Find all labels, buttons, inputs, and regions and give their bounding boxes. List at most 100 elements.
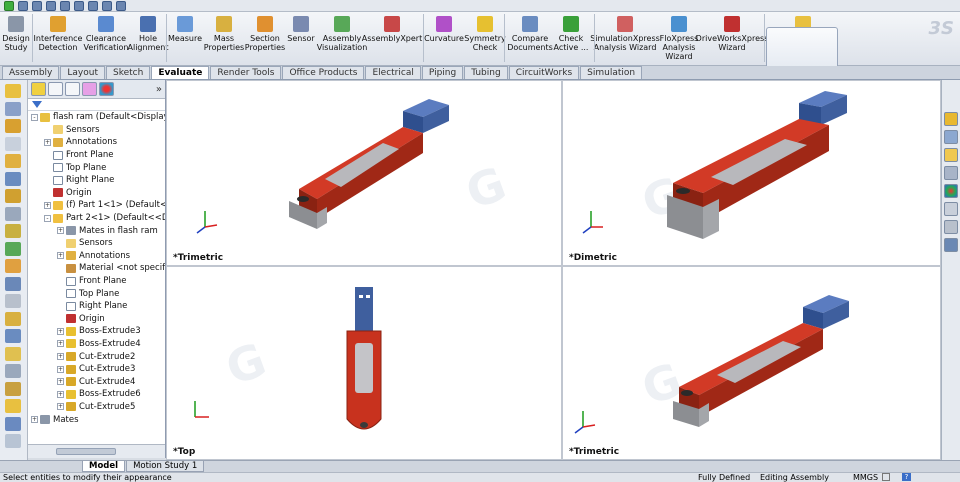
left-tool-icon[interactable] (5, 364, 21, 378)
bottom-tab-motion-study-1[interactable]: Motion Study 1 (126, 461, 205, 472)
hole-alignment-button[interactable]: Hole Alignment (128, 12, 169, 66)
tab-layout[interactable]: Layout (60, 66, 105, 79)
filter-icon[interactable] (32, 101, 42, 108)
tree-item[interactable]: Top Plane (28, 161, 165, 174)
expand-panel-icon[interactable]: » (156, 84, 162, 95)
expand-icon[interactable]: + (57, 340, 64, 348)
tree-item[interactable]: + Boss-Extrude3 (28, 325, 165, 338)
tree-item[interactable]: + Boss-Extrude6 (28, 388, 165, 401)
tab-simulation[interactable]: Simulation (580, 66, 643, 79)
save-icon[interactable] (46, 1, 56, 11)
expand-icon[interactable]: + (57, 390, 64, 398)
rebuild-icon[interactable] (102, 1, 112, 11)
tab-piping[interactable]: Piping (421, 66, 464, 79)
bottom-tab-model[interactable]: Model (82, 461, 126, 472)
clearance-verification-button[interactable]: Clearance Verification (84, 12, 128, 66)
tab-evaluate[interactable]: Evaluate (151, 66, 210, 79)
expand-icon[interactable]: + (57, 365, 64, 373)
tree-item[interactable]: + Cut-Extrude4 (28, 375, 165, 388)
left-tool-icon[interactable] (5, 206, 21, 221)
tab-render-tools[interactable]: Render Tools (210, 66, 282, 79)
open-icon[interactable] (32, 1, 42, 11)
tab-circuitworks[interactable]: CircuitWorks (508, 66, 580, 79)
left-tool-icon[interactable] (5, 346, 21, 361)
collapse-icon[interactable]: - (44, 214, 51, 222)
expand-icon[interactable]: + (57, 403, 64, 411)
tree-item[interactable]: + Mates (28, 413, 165, 425)
tree-filter[interactable] (28, 99, 165, 111)
tree-item[interactable]: + Annotations (28, 136, 165, 149)
tab-electrical[interactable]: Electrical (365, 66, 421, 79)
interference-detection-button[interactable]: Interference Detection (34, 12, 82, 66)
undo-icon[interactable] (74, 1, 84, 11)
expand-icon[interactable]: + (57, 252, 64, 260)
tree-item[interactable]: + Mates in flash ram (28, 224, 165, 237)
tab-assembly[interactable]: Assembly (2, 66, 60, 79)
simulationxpress-button[interactable]: SimulationXpress Analysis Wizard (590, 12, 660, 66)
tree-item[interactable]: Right Plane (28, 300, 165, 313)
status-units[interactable]: MMGS (853, 473, 878, 482)
symmetry-check-button[interactable]: Symmetry Check (464, 12, 506, 66)
usb-drive-model-dimetric[interactable] (563, 81, 941, 266)
compare-documents-button[interactable]: Compare Documents (506, 12, 554, 66)
play-icon[interactable] (4, 1, 14, 11)
trimetric-2-pane[interactable]: G *Trimetric (562, 266, 941, 460)
expand-icon[interactable]: + (44, 201, 51, 209)
left-tool-icon[interactable] (5, 329, 21, 343)
dimxpert-icon[interactable] (82, 82, 97, 96)
sensor-button[interactable]: Sensor (287, 12, 315, 66)
design-library-icon[interactable] (944, 130, 958, 144)
print-icon[interactable] (60, 1, 70, 11)
tree-item[interactable]: Sensors (28, 124, 165, 137)
toolbox-icon[interactable] (944, 220, 958, 234)
tree-item[interactable]: - Part 2<1> (Default<<Defaul (28, 212, 165, 225)
tree-item[interactable]: Front Plane (28, 149, 165, 162)
forum-icon[interactable] (944, 238, 958, 252)
expand-icon[interactable]: + (44, 138, 51, 146)
file-explorer-icon[interactable] (944, 148, 958, 162)
units-dropdown-icon[interactable] (882, 473, 890, 481)
collapse-icon[interactable]: - (31, 113, 38, 121)
tree-item[interactable]: Origin (28, 187, 165, 200)
left-tool-icon[interactable] (5, 399, 21, 413)
tree-item[interactable]: + Cut-Extrude5 (28, 401, 165, 414)
solidworks-resources-icon[interactable] (944, 112, 958, 126)
usb-drive-model-trimetric-2[interactable] (563, 267, 941, 460)
tree-horizontal-scrollbar[interactable] (28, 444, 165, 458)
left-tool-icon[interactable] (5, 154, 21, 168)
feature-tree-icon[interactable] (31, 82, 46, 96)
left-tool-icon[interactable] (5, 224, 21, 238)
select-icon[interactable] (88, 1, 98, 11)
expand-icon[interactable]: + (31, 416, 38, 424)
left-tool-icon[interactable] (5, 311, 21, 326)
dimetric-pane[interactable]: G *Dimetric (562, 80, 941, 266)
property-manager-icon[interactable] (48, 82, 63, 96)
appearances-icon[interactable] (944, 184, 958, 198)
expand-icon[interactable]: + (57, 353, 64, 361)
check-active-button[interactable]: Check Active ... (553, 12, 589, 66)
left-tool-icon[interactable] (5, 276, 21, 291)
assemblyxpert-button[interactable]: AssemblyXpert (362, 12, 422, 66)
scroll-thumb[interactable] (56, 448, 116, 455)
assembly-visualization-button[interactable]: Assembly Visualization (317, 12, 367, 66)
tree-item[interactable]: + Cut-Extrude3 (28, 363, 165, 376)
left-tool-icon[interactable] (5, 101, 21, 116)
tab-sketch[interactable]: Sketch (106, 66, 151, 79)
left-tool-icon[interactable] (5, 416, 21, 431)
graphics-area[interactable]: G *Trimetric G *Dimetric G *Top G *Trime… (166, 80, 941, 460)
trimetric-pane[interactable]: G *Trimetric (166, 80, 562, 266)
tree-item[interactable]: + Annotations (28, 250, 165, 263)
section-properties-button[interactable]: Section Properties (245, 12, 285, 66)
tree-item[interactable]: Material <not specified> (28, 262, 165, 275)
usb-drive-model-top[interactable] (167, 267, 562, 460)
view-palette-icon[interactable] (944, 166, 958, 180)
tree-item[interactable]: + Cut-Extrude2 (28, 350, 165, 363)
usb-drive-model-trimetric[interactable] (167, 81, 562, 266)
left-tool-icon[interactable] (5, 119, 21, 133)
expand-icon[interactable]: + (57, 227, 64, 235)
tree-item[interactable]: - flash ram (Default<Display Stat (28, 111, 165, 124)
options-icon[interactable] (116, 1, 126, 11)
configuration-manager-icon[interactable] (65, 82, 80, 96)
tree-item[interactable]: Sensors (28, 237, 165, 250)
tree-item[interactable]: + (f) Part 1<1> (Default<<Defa (28, 199, 165, 212)
